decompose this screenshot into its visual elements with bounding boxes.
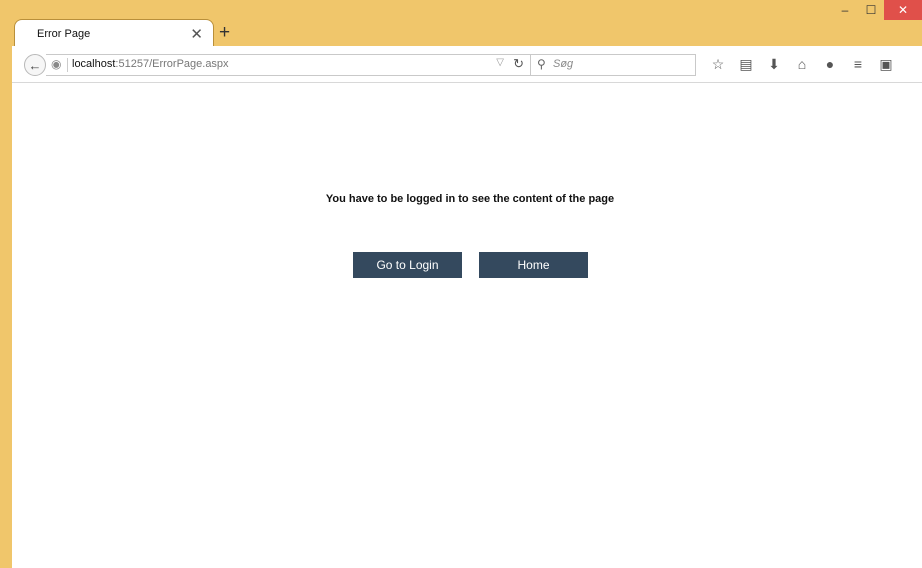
navigation-toolbar: ← ◉ localhost:51257/ErrorPage.aspx ▽ ↻ ⚲…	[12, 46, 922, 83]
page-content: You have to be logged in to see the cont…	[12, 83, 922, 568]
search-placeholder: Søg	[553, 58, 574, 70]
url-bar[interactable]: ◉ localhost:51257/ErrorPage.aspx ▽ ↻	[46, 54, 531, 76]
search-bar[interactable]: ⚲ Søg	[530, 54, 696, 76]
extension-icon[interactable]: ▣	[872, 54, 900, 74]
url-divider	[67, 58, 68, 72]
search-icon: ⚲	[537, 57, 546, 71]
login-required-message: You have to be logged in to see the cont…	[325, 193, 615, 205]
reading-list-icon[interactable]: ▤	[732, 54, 760, 74]
download-icon[interactable]: ⬇	[760, 54, 788, 74]
browser-titlebar: Error Page ✕ + – ☐ ✕	[0, 0, 922, 49]
maximize-icon[interactable]: ☐	[858, 0, 884, 20]
url-path: :51257/ErrorPage.aspx	[115, 58, 229, 70]
window-controls: – ☐ ✕	[832, 0, 922, 20]
home-icon[interactable]: ⌂	[788, 54, 816, 74]
reload-icon[interactable]: ↻	[513, 56, 524, 72]
home-button[interactable]: Home	[479, 252, 588, 278]
new-tab-icon[interactable]: +	[219, 22, 230, 44]
menu-icon[interactable]: ≡	[844, 54, 872, 74]
go-to-login-button[interactable]: Go to Login	[353, 252, 462, 278]
chat-icon[interactable]: ●	[816, 54, 844, 74]
toolbar-icons: ☆ ▤ ⬇ ⌂ ● ≡ ▣	[704, 54, 900, 74]
tab-close-icon[interactable]: ✕	[190, 25, 203, 43]
tab-title: Error Page	[37, 28, 91, 40]
browser-tab-active[interactable]: Error Page ✕	[14, 19, 214, 49]
back-arrow-icon[interactable]: ←	[24, 54, 46, 76]
url-text: localhost:51257/ErrorPage.aspx	[72, 58, 229, 70]
bookmark-star-icon[interactable]: ☆	[704, 54, 732, 74]
globe-icon: ◉	[51, 57, 62, 71]
url-dropdown-icon[interactable]: ▽	[496, 57, 504, 68]
minimize-icon[interactable]: –	[832, 0, 858, 20]
close-window-icon[interactable]: ✕	[884, 0, 922, 20]
url-host: localhost	[72, 58, 116, 70]
